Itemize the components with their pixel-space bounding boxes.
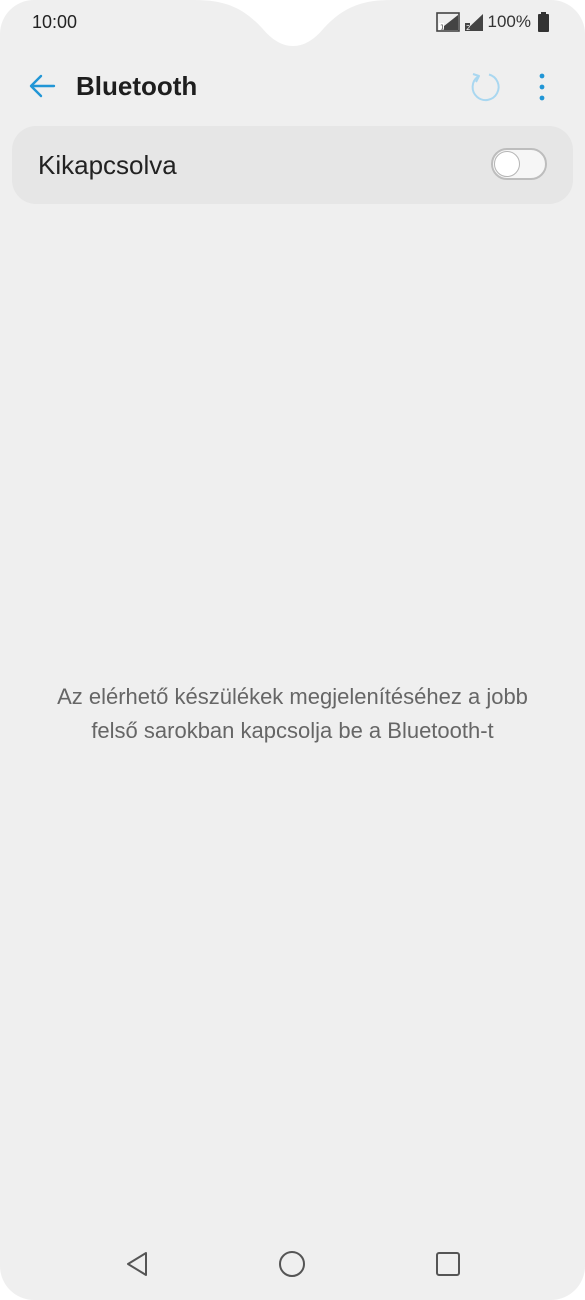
arrow-left-icon bbox=[29, 74, 56, 98]
signal-sim1-icon: 1 bbox=[435, 12, 460, 32]
refresh-button[interactable] bbox=[466, 68, 504, 106]
navigation-bar bbox=[0, 1230, 585, 1300]
nav-recents-icon bbox=[436, 1252, 460, 1276]
svg-text:1: 1 bbox=[440, 24, 444, 32]
nav-home-button[interactable] bbox=[272, 1244, 312, 1284]
bluetooth-switch[interactable] bbox=[491, 148, 547, 180]
nav-back-button[interactable] bbox=[117, 1244, 157, 1284]
screen: 10:00 1 2 100% Bluetooth Kikapcsolva Az … bbox=[0, 0, 585, 1300]
status-icons: 1 2 100% bbox=[435, 11, 549, 33]
battery-full-icon bbox=[538, 12, 549, 32]
status-bar: 10:00 1 2 100% bbox=[0, 0, 585, 46]
app-bar: Bluetooth bbox=[0, 56, 585, 116]
more-vertical-icon bbox=[539, 73, 545, 101]
nav-home-icon bbox=[279, 1251, 305, 1277]
battery-percent: 100% bbox=[487, 12, 531, 31]
bluetooth-toggle-row[interactable]: Kikapcsolva bbox=[12, 126, 573, 204]
page-title: Bluetooth bbox=[76, 71, 198, 101]
bluetooth-toggle-label: Kikapcsolva bbox=[38, 150, 177, 180]
nav-back-icon bbox=[127, 1252, 147, 1276]
more-options-button[interactable] bbox=[528, 68, 556, 106]
svg-text:2: 2 bbox=[466, 24, 470, 32]
switch-knob bbox=[494, 151, 520, 177]
status-time: 10:00 bbox=[32, 12, 78, 32]
nav-recents-button[interactable] bbox=[428, 1244, 468, 1284]
refresh-icon bbox=[471, 73, 500, 102]
signal-sim2-icon: 2 bbox=[464, 14, 483, 32]
back-button[interactable] bbox=[26, 70, 58, 102]
info-message: Az elérhető készülékek megjelenítéséhez … bbox=[57, 684, 528, 743]
